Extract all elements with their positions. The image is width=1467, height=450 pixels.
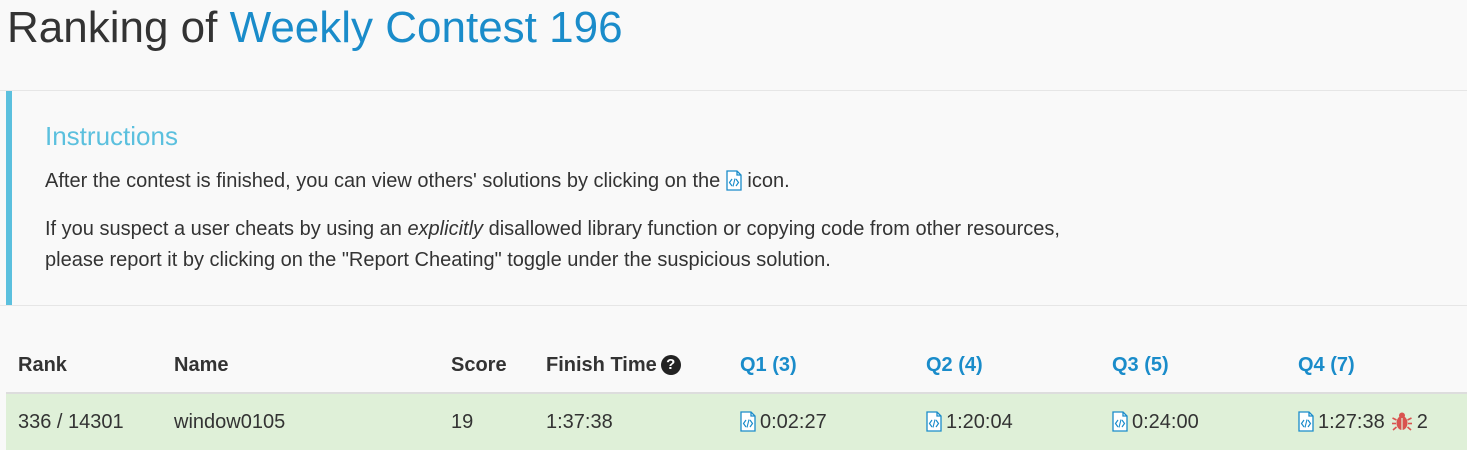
p2-emphasis: explicitly xyxy=(407,218,484,240)
cell-finish-time: 1:37:38 xyxy=(534,393,728,450)
column-q2[interactable]: Q2 (4) xyxy=(914,338,1100,394)
column-q1[interactable]: Q1 (3) xyxy=(728,338,914,394)
code-file-icon[interactable] xyxy=(1112,410,1128,432)
p2-line-2: please report it by clicking on the "Rep… xyxy=(45,249,831,271)
table-header-row: Rank Name Score Finish Time? Q1 (3) Q2 (… xyxy=(6,338,1467,394)
cell-q3: 0:24:00 xyxy=(1100,393,1286,450)
title-prefix: Ranking of xyxy=(7,3,218,52)
ranking-page: Ranking of Weekly Contest 196 Instructio… xyxy=(0,0,1467,450)
column-rank: Rank xyxy=(6,338,162,394)
divider xyxy=(0,305,1467,306)
code-file-icon[interactable] xyxy=(740,410,756,432)
q3-time: 0:24:00 xyxy=(1132,410,1199,433)
instructions-heading: Instructions xyxy=(45,121,178,151)
cell-rank: 336 / 14301 xyxy=(6,393,162,450)
cell-score: 19 xyxy=(439,393,534,450)
finish-time-label: Finish Time xyxy=(546,353,657,376)
code-file-icon[interactable] xyxy=(1298,411,1314,432)
cell-q4: 1:27:38 2 xyxy=(1286,393,1467,450)
column-q4[interactable]: Q4 (7) xyxy=(1286,338,1467,394)
p2-text-start: If you suspect a user cheats by using an xyxy=(45,218,402,240)
code-file-icon xyxy=(726,170,742,191)
page-title: Ranking of Weekly Contest 196 xyxy=(7,2,623,54)
q4-time: 1:27:38 xyxy=(1318,411,1385,433)
table-row: 336 / 14301 window0105 19 1:37:38 0:02:2… xyxy=(6,393,1467,450)
instructions-paragraph-2: If you suspect a user cheats by using an… xyxy=(45,214,1060,276)
p1-text-end: icon. xyxy=(747,170,790,192)
q1-time: 0:02:27 xyxy=(760,410,827,433)
ranking-table: Rank Name Score Finish Time? Q1 (3) Q2 (… xyxy=(6,338,1467,450)
cell-q2: 1:20:04 xyxy=(914,393,1100,450)
cell-q1: 0:02:27 xyxy=(728,393,914,450)
cell-name[interactable]: window0105 xyxy=(162,393,439,450)
column-finish-time: Finish Time? xyxy=(534,338,728,394)
question-circle-icon[interactable]: ? xyxy=(660,354,681,375)
bug-icon xyxy=(1391,410,1413,432)
column-q3[interactable]: Q3 (5) xyxy=(1100,338,1286,394)
code-file-icon[interactable] xyxy=(926,410,942,432)
p2-text-end: disallowed library function or copying c… xyxy=(488,218,1060,240)
contest-link[interactable]: Weekly Contest 196 xyxy=(230,3,623,52)
q4-bug-count: 2 xyxy=(1416,411,1428,433)
q2-time: 1:20:04 xyxy=(946,410,1013,433)
column-name: Name xyxy=(162,338,439,394)
column-score: Score xyxy=(439,338,534,394)
p1-text: After the contest is finished, you can v… xyxy=(45,170,721,192)
instructions-paragraph-1: After the contest is finished, you can v… xyxy=(45,168,790,194)
